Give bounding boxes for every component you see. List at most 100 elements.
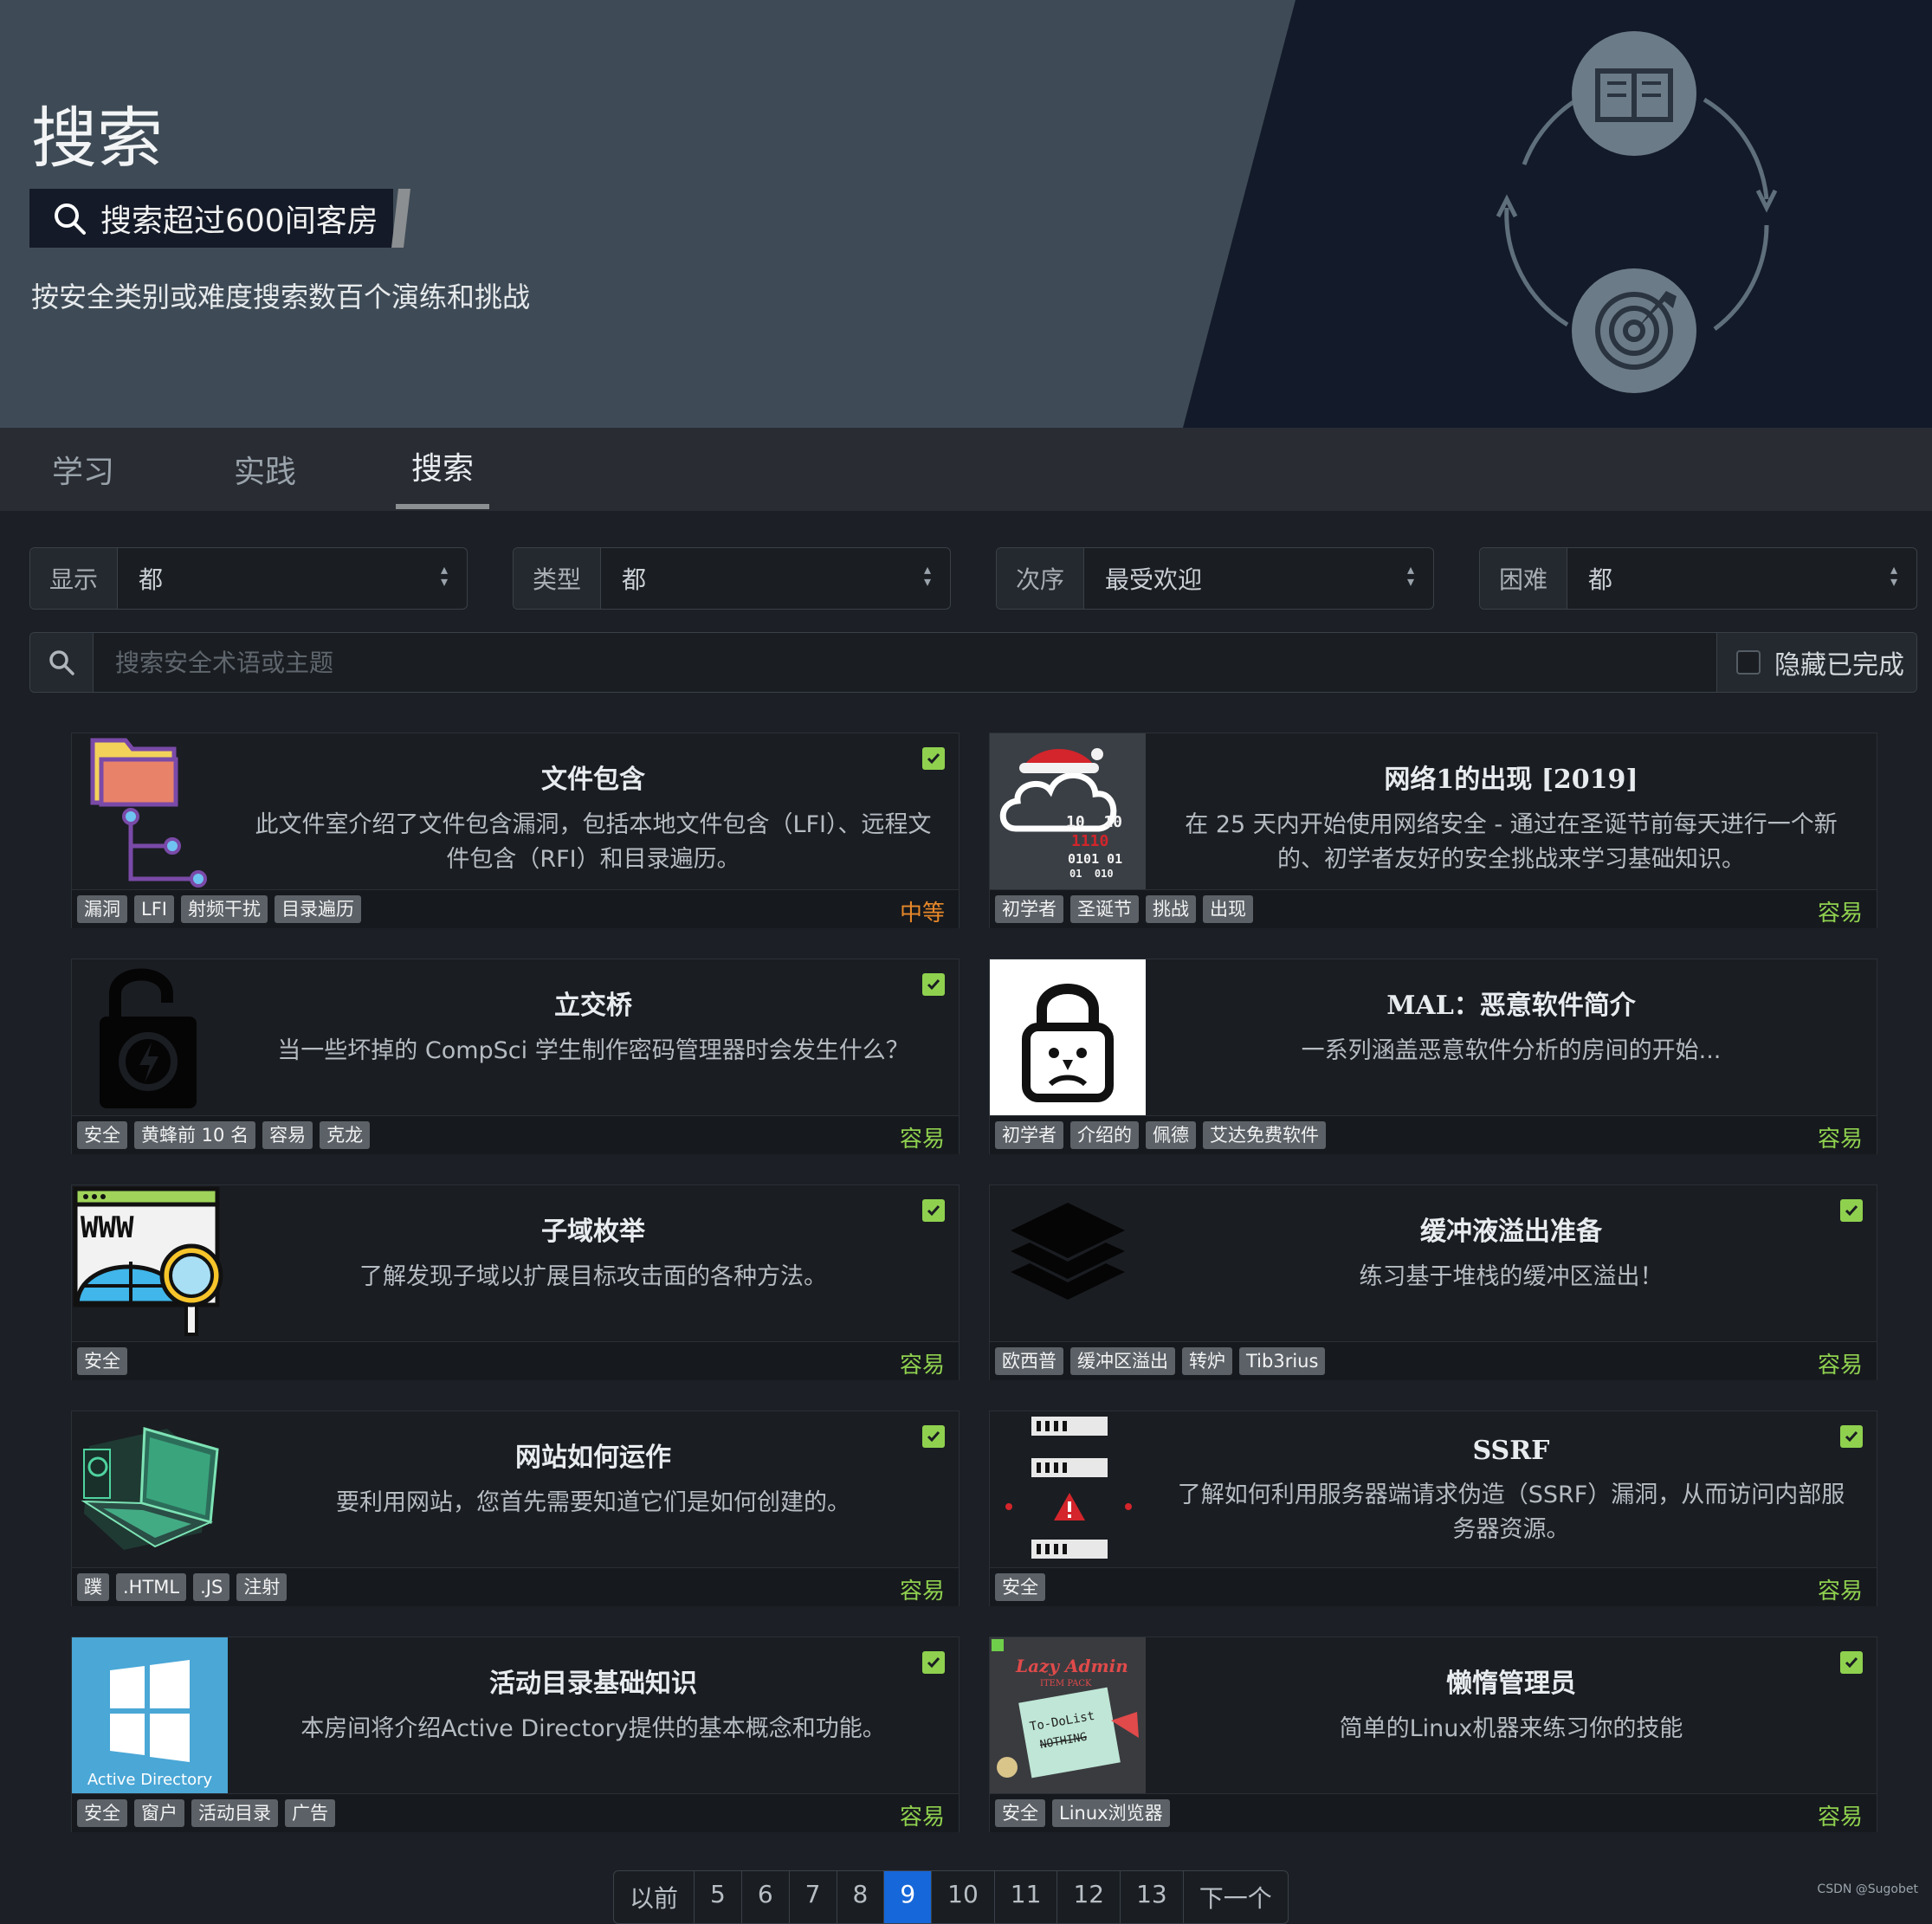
hide-completed-toggle[interactable]: 隐藏已完成 bbox=[1716, 633, 1916, 692]
pagination-page[interactable]: 8 bbox=[837, 1871, 885, 1923]
room-card[interactable]: 文件包含 此文件室介绍了文件包含漏洞，包括本地文件包含（LFI）、远程文件包含（… bbox=[71, 733, 960, 928]
tab-practice[interactable]: 实践 bbox=[234, 428, 296, 511]
tag[interactable]: 窗户 bbox=[134, 1799, 184, 1827]
room-card[interactable]: SSRF 了解如何利用服务器端请求伪造（SSRF）漏洞，从而访问内部服务器资源。… bbox=[989, 1411, 1877, 1606]
search-input[interactable] bbox=[113, 642, 1676, 683]
room-card[interactable]: 缓冲液溢出准备 练习基于堆栈的缓冲区溢出！ 欧西普 缓冲区溢出 转炉 Tib3r… bbox=[989, 1185, 1877, 1380]
tag[interactable]: .JS bbox=[193, 1573, 230, 1601]
filter-difficulty[interactable]: 困难 都 ▴ ▾ bbox=[1479, 547, 1917, 610]
filter-type-value: 都 bbox=[622, 565, 647, 594]
tag[interactable]: 活动目录 bbox=[191, 1799, 278, 1827]
tag[interactable]: Linux浏览器 bbox=[1052, 1799, 1170, 1827]
room-card[interactable]: 网站如何运作 要利用网站，您首先需要知道它们是如何创建的。 蹼 .HTML .J… bbox=[71, 1411, 960, 1606]
filter-difficulty-select[interactable]: 都 ▴ ▾ bbox=[1567, 548, 1916, 609]
completed-check-icon bbox=[922, 747, 945, 770]
hero-badge: 搜索超过600间客房 bbox=[29, 189, 393, 248]
difficulty-label: 容易 bbox=[1817, 901, 1863, 926]
pagination-page[interactable]: 7 bbox=[790, 1871, 837, 1923]
room-card[interactable]: Lazy Admin ITEM PACK To-DoList NOTHING 懒… bbox=[989, 1637, 1877, 1832]
tag[interactable]: 广告 bbox=[285, 1799, 335, 1827]
tag[interactable]: 黄蜂前 10 名 bbox=[134, 1121, 256, 1149]
tag[interactable]: 射频干扰 bbox=[180, 895, 268, 923]
room-card[interactable]: MAL：恶意软件简介 一系列涵盖恶意软件分析的房间的开始... 初学者 介绍的 … bbox=[989, 959, 1877, 1154]
filter-type-select[interactable]: 都 ▴ ▾ bbox=[601, 548, 950, 609]
folder-tree-icon bbox=[90, 738, 207, 888]
filter-show-select[interactable]: 都 ▴ ▾ bbox=[118, 548, 467, 609]
tag[interactable]: 安全 bbox=[77, 1121, 127, 1149]
tag[interactable]: 初学者 bbox=[995, 895, 1063, 923]
tag[interactable]: 欧西普 bbox=[995, 1347, 1063, 1375]
room-description: 要利用网站，您首先需要知道它们是如何创建的。 bbox=[336, 1489, 850, 1516]
tag[interactable]: LFI bbox=[134, 895, 174, 923]
tag[interactable]: 蹼 bbox=[77, 1573, 109, 1601]
tag[interactable]: .HTML bbox=[116, 1573, 187, 1601]
room-thumbnail: WWW bbox=[72, 1185, 228, 1341]
tag[interactable]: 艾达免费软件 bbox=[1203, 1121, 1326, 1149]
filter-show[interactable]: 显示 都 ▴ ▾ bbox=[29, 547, 468, 610]
tag[interactable]: 安全 bbox=[77, 1347, 127, 1375]
difficulty-label: 容易 bbox=[1817, 1805, 1863, 1830]
tab-learn[interactable]: 学习 bbox=[52, 428, 114, 511]
room-body: 懒惰管理员 简单的Linux机器来练习你的技能 bbox=[1146, 1637, 1877, 1793]
tag[interactable]: Tib3rius bbox=[1239, 1347, 1326, 1375]
room-card[interactable]: Active Directory 活动目录基础知识 本房间将介绍Active D… bbox=[71, 1637, 960, 1832]
hero-banner: 搜索 搜索超过600间客房 按安全类别或难度搜索数百个演练和挑战 bbox=[0, 0, 1932, 428]
sort-caret-icon: ▴ ▾ bbox=[1890, 561, 1897, 590]
page-title: 搜索 bbox=[31, 100, 163, 177]
tag[interactable]: 注射 bbox=[236, 1573, 288, 1601]
room-title: 网站如何运作 bbox=[515, 1443, 671, 1473]
difficulty-label: 容易 bbox=[1817, 1579, 1863, 1604]
tag[interactable]: 佩德 bbox=[1146, 1121, 1196, 1149]
tag[interactable]: 圣诞节 bbox=[1070, 895, 1139, 923]
pagination-page[interactable]: 12 bbox=[1057, 1871, 1121, 1923]
tag[interactable]: 缓冲区溢出 bbox=[1070, 1347, 1175, 1375]
sad-lock-icon bbox=[1022, 984, 1114, 1102]
pagination-page[interactable]: 6 bbox=[742, 1871, 790, 1923]
padlock-bolt-icon bbox=[100, 968, 197, 1108]
windows-logo-icon: Active Directory bbox=[87, 1660, 213, 1789]
hide-completed-checkbox[interactable] bbox=[1736, 650, 1761, 675]
tag[interactable]: 转炉 bbox=[1182, 1347, 1232, 1375]
tag[interactable]: 安全 bbox=[995, 1573, 1045, 1601]
tag[interactable]: 漏洞 bbox=[77, 895, 127, 923]
filter-type[interactable]: 类型 都 ▴ ▾ bbox=[513, 547, 951, 610]
tag[interactable]: 克龙 bbox=[320, 1121, 371, 1149]
tag[interactable]: 目录遍历 bbox=[274, 895, 361, 923]
search-button[interactable] bbox=[30, 633, 94, 692]
pagination-prev[interactable]: 以前 bbox=[614, 1871, 695, 1923]
completed-check-icon bbox=[922, 1199, 945, 1222]
tab-search[interactable]: 搜索 bbox=[411, 424, 474, 507]
room-body: 网络1的出现 [2019] 在 25 天内开始使用网络安全 - 通过在圣诞节前每… bbox=[1146, 733, 1877, 889]
filter-order-select[interactable]: 最受欢迎 ▴ ▾ bbox=[1084, 548, 1433, 609]
room-footer: 安全 容易 bbox=[72, 1341, 959, 1380]
search-bar: 隐藏已完成 bbox=[29, 632, 1917, 693]
pagination-page-current[interactable]: 9 bbox=[884, 1871, 933, 1923]
tag[interactable]: 介绍的 bbox=[1070, 1121, 1139, 1149]
hero-subtitle: 按安全类别或难度搜索数百个演练和挑战 bbox=[31, 281, 531, 313]
pagination-page[interactable]: 10 bbox=[932, 1871, 995, 1923]
room-thumbnail bbox=[72, 1411, 228, 1567]
pagination-next[interactable]: 下一个 bbox=[1184, 1871, 1288, 1923]
tag[interactable]: 挑战 bbox=[1146, 895, 1196, 923]
tag[interactable]: 安全 bbox=[995, 1799, 1045, 1827]
tag[interactable]: 容易 bbox=[262, 1121, 313, 1149]
tag[interactable]: 初学者 bbox=[995, 1121, 1063, 1149]
filter-order[interactable]: 次序 最受欢迎 ▴ ▾ bbox=[996, 547, 1434, 610]
tag[interactable]: 出现 bbox=[1203, 895, 1253, 923]
svg-text:10 10: 10 10 bbox=[1066, 813, 1122, 831]
filter-order-value: 最受欢迎 bbox=[1105, 565, 1203, 594]
pagination: 以前 5 6 7 8 9 10 11 12 13 下一个 bbox=[613, 1870, 1289, 1924]
tag-list: 欧西普 缓冲区溢出 转炉 Tib3rius bbox=[995, 1347, 1326, 1375]
room-card[interactable]: 立交桥 当一些坏掉的 CompSci 学生制作密码管理器时会发生什么？ 安全 黄… bbox=[71, 959, 960, 1154]
room-title: 文件包含 bbox=[541, 765, 645, 795]
room-card[interactable]: WWW 子域枚举 了解发现子域以扩展目标攻击面的各种方法。 安全 容易 bbox=[71, 1185, 960, 1380]
watermark: CSDN @Sugobet bbox=[1817, 1882, 1918, 1896]
completed-check-icon bbox=[922, 1425, 945, 1448]
tag[interactable]: 安全 bbox=[77, 1799, 127, 1827]
room-description: 了解发现子域以扩展目标攻击面的各种方法。 bbox=[359, 1263, 827, 1290]
room-card[interactable]: 10 10 1110 0101 01 01 010 网络1的出现 [2019] … bbox=[989, 733, 1877, 928]
pagination-page[interactable]: 11 bbox=[995, 1871, 1058, 1923]
pagination-page[interactable]: 13 bbox=[1121, 1871, 1184, 1923]
pagination-page[interactable]: 5 bbox=[695, 1871, 742, 1923]
sort-caret-icon: ▴ ▾ bbox=[440, 561, 448, 590]
